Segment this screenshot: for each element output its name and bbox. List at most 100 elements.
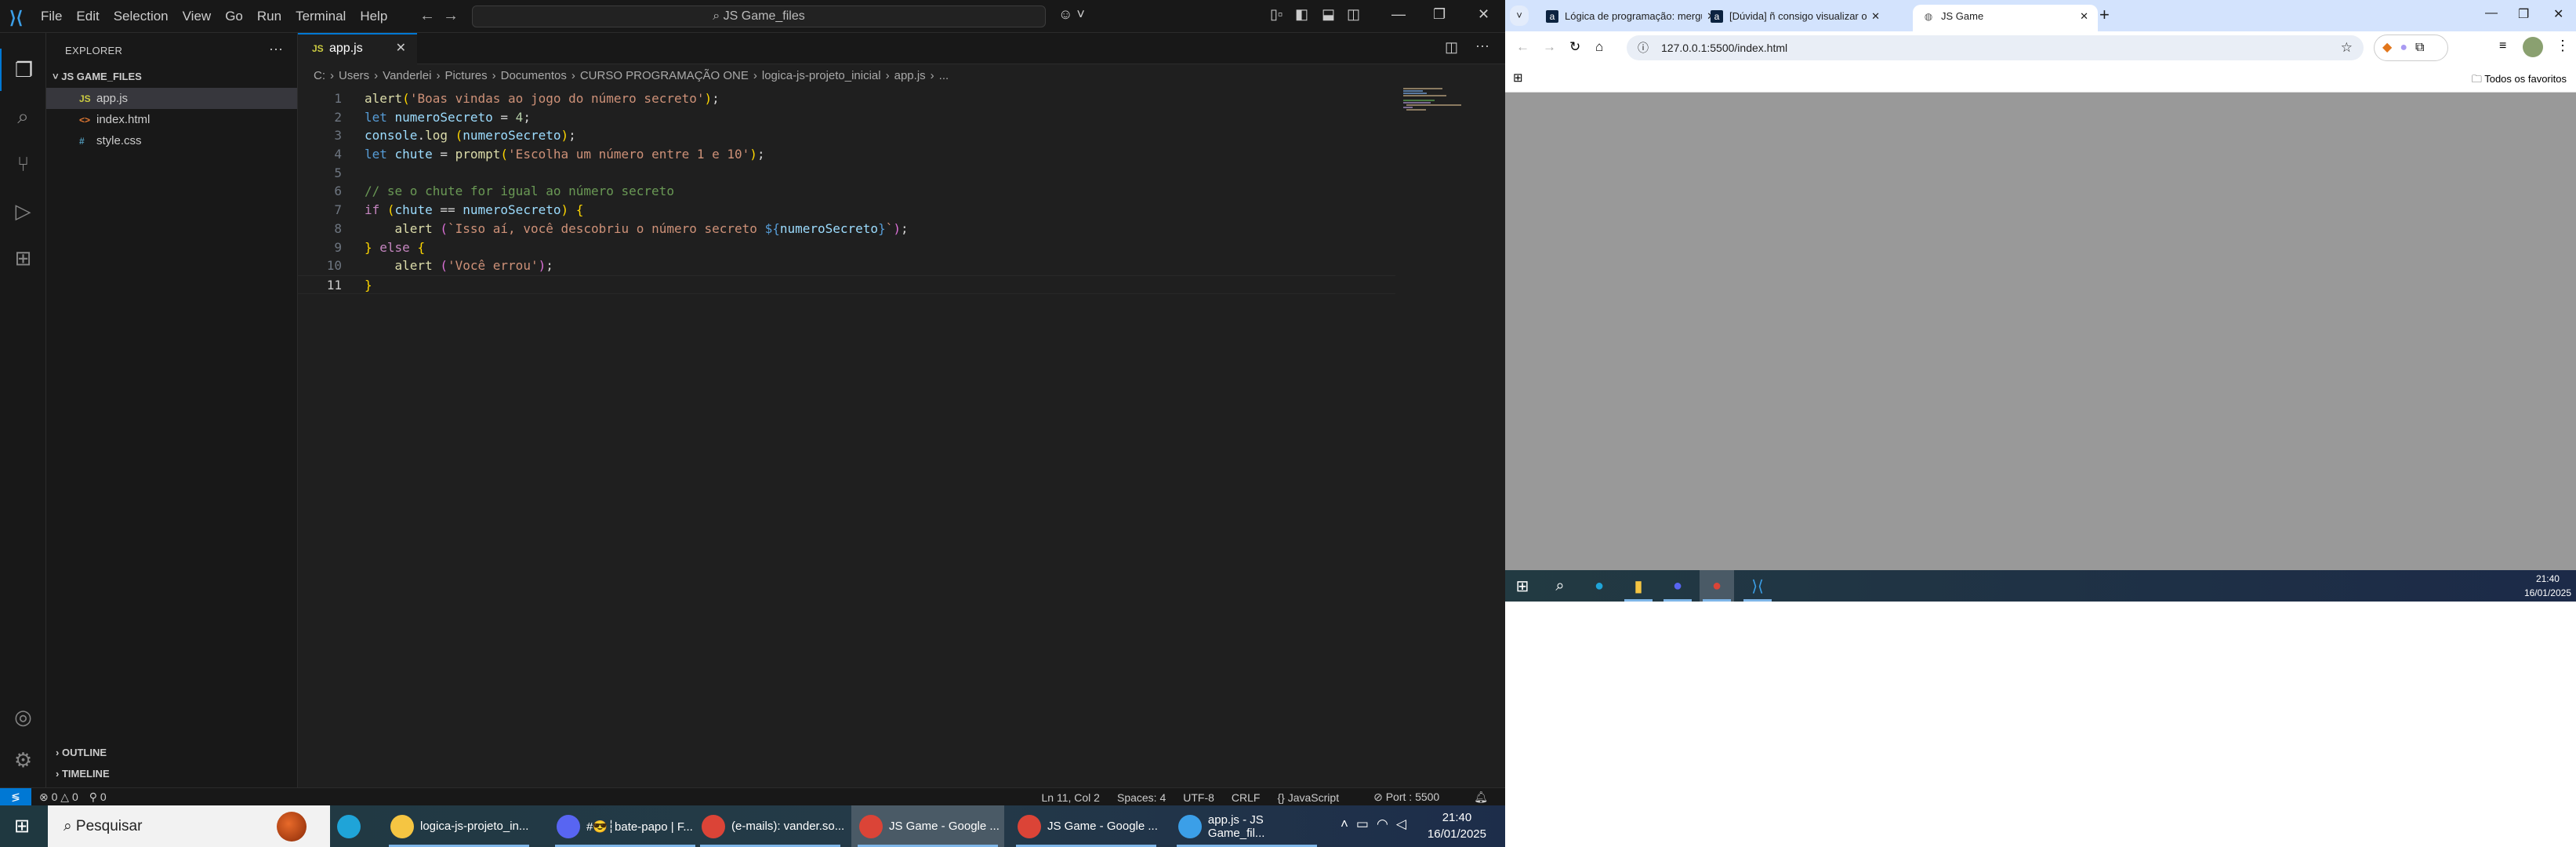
taskbar-app[interactable] [329, 805, 376, 847]
bookmark-star-icon[interactable]: ☆ [2341, 35, 2353, 60]
breadcrumb-item[interactable]: app.js [894, 69, 926, 82]
site-info-icon[interactable]: ⓘ [1638, 35, 1649, 60]
extension-icon[interactable]: ● [2400, 41, 2415, 54]
folder-icon[interactable]: ▮ [1621, 570, 1656, 602]
tab-app-js[interactable]: JS app.js ✕ [298, 33, 417, 64]
search-icon[interactable]: ⌕ [1543, 570, 1577, 602]
breadcrumb-item[interactable]: ... [939, 69, 949, 82]
notifications-bell-icon[interactable]: 🔔︎ [1474, 791, 1488, 804]
language-mode[interactable]: {} JavaScript [1277, 791, 1356, 804]
code-editor[interactable]: 1 alert('Boas vindas ao jogo do número se… [298, 89, 1395, 294]
menu-go[interactable]: Go [225, 9, 243, 24]
extensions-puzzle-icon[interactable]: ⧉ [2415, 41, 2432, 54]
breadcrumb-item[interactable]: C: [314, 69, 325, 82]
taskbar-app[interactable]: (e-mails): vander.so... [694, 805, 847, 847]
taskbar-app[interactable]: JS Game - Google ... [851, 805, 1004, 847]
taskbar-app[interactable]: logica-js-projeto_in... [383, 805, 535, 847]
problems-indicator[interactable]: ⊗ 0 △ 0 [39, 791, 78, 804]
search-icon[interactable]: ⌕ [0, 96, 46, 138]
ports-indicator[interactable]: ⚲ 0 [89, 791, 107, 804]
explorer-icon[interactable]: ❐ [0, 49, 46, 91]
forward-arrow-icon[interactable]: → [443, 7, 459, 25]
breadcrumb-item[interactable]: CURSO PROGRAMAÇÃO ONE [580, 69, 749, 82]
breadcrumb-item[interactable]: Documentos [501, 69, 567, 82]
run-debug-icon[interactable]: ▷ [0, 190, 46, 232]
metamask-icon[interactable]: ◆ [2382, 41, 2400, 54]
discord-icon[interactable]: ● [1660, 570, 1695, 602]
account-icon[interactable]: ◎ [0, 696, 46, 738]
forward-icon[interactable]: → [1543, 39, 1556, 55]
close-tab-icon[interactable]: ✕ [396, 35, 406, 63]
toggle-panel-icon[interactable]: ⬓ [1322, 6, 1335, 23]
all-bookmarks[interactable]: 🗀︎ Todos os favoritos [2472, 72, 2567, 89]
browser-tab[interactable]: aLógica de programação: mergu✕ [1537, 5, 1725, 31]
breadcrumb-item[interactable]: Users [339, 69, 369, 82]
breadcrumb-item[interactable]: Vanderlei [383, 69, 431, 82]
vscode-icon[interactable]: ⟩⟨ [1740, 570, 1775, 602]
menu-edit[interactable]: Edit [76, 9, 99, 24]
cursor-position[interactable]: Ln 11, Col 2 [1042, 791, 1100, 804]
toggle-sidebar-icon[interactable]: ◧ [1295, 6, 1308, 23]
address-bar[interactable]: ⓘ 127.0.0.1:5500/index.html ☆ [1627, 35, 2364, 60]
edge-icon[interactable]: ● [1582, 570, 1616, 602]
restore-icon[interactable]: ❐ [1433, 6, 1446, 23]
back-icon[interactable]: ← [1516, 39, 1529, 55]
customize-layout-icon[interactable]: ▯▫ [1270, 6, 1283, 23]
start-button[interactable]: ⊞ [6, 805, 30, 847]
apps-grid-icon[interactable]: ⊞ [1513, 71, 1523, 85]
start-icon[interactable]: ⊞ [1505, 570, 1540, 602]
home-icon[interactable]: ⌂ [1595, 39, 1603, 55]
breadcrumb-item[interactable]: Pictures [444, 69, 487, 82]
taskbar-clock[interactable]: 21:40 16/01/2025 [1428, 809, 1486, 842]
file-item[interactable]: JS app.js [46, 88, 297, 109]
editor-more-icon[interactable]: ··· [1475, 38, 1489, 54]
tab-search-chevron-icon[interactable]: ˅ [1510, 5, 1529, 26]
timeline-section[interactable]: › TIMELINE [56, 768, 110, 780]
close-tab-icon[interactable]: ✕ [1867, 5, 1880, 28]
toggle-secondary-sidebar-icon[interactable]: ◫ [1347, 6, 1360, 23]
command-center-search[interactable]: ⌕ JS Game_files [472, 5, 1046, 27]
extensions-group[interactable]: ◆●⧉ [2374, 35, 2448, 61]
minimize-icon[interactable]: — [1391, 6, 1406, 23]
file-item[interactable]: # style.css [46, 130, 297, 151]
menu-file[interactable]: File [41, 9, 62, 24]
encoding[interactable]: UTF-8 [1183, 791, 1214, 804]
menu-view[interactable]: View [183, 9, 212, 24]
outline-section[interactable]: › OUTLINE [56, 747, 107, 758]
source-control-icon[interactable]: ⑂ [0, 143, 46, 185]
breadcrumb-item[interactable]: logica-js-projeto_inicial [762, 69, 881, 82]
menu-selection[interactable]: Selection [114, 9, 169, 24]
menu-terminal[interactable]: Terminal [296, 9, 346, 24]
menu-help[interactable]: Help [360, 9, 387, 24]
back-arrow-icon[interactable]: ← [419, 7, 435, 25]
close-icon[interactable]: ✕ [1478, 6, 1489, 23]
copilot-icon[interactable]: ☺ ˅ [1058, 6, 1085, 23]
minimap[interactable] [1403, 88, 1474, 111]
browser-tab[interactable]: ◍ JS Game ✕ [1913, 5, 2098, 31]
browser-tab[interactable]: a [Dúvida] ñ consigo visualizar o ✕ [1701, 5, 1889, 31]
end-of-line[interactable]: CRLF [1232, 791, 1261, 804]
minimize-icon[interactable]: — [2485, 6, 2498, 20]
taskbar-search[interactable]: ⌕ Pesquisar [48, 805, 330, 847]
manage-gear-icon[interactable]: ⚙ [0, 739, 46, 781]
taskbar-app[interactable]: app.js - JS Game_fil... [1170, 805, 1323, 847]
more-actions-icon[interactable]: ··· [269, 41, 283, 57]
file-item[interactable]: <> index.html [46, 109, 297, 130]
workspace-folder[interactable]: ˅ JS GAME_FILES [53, 71, 142, 82]
taskbar-app[interactable]: JS Game - Google ... [1010, 805, 1163, 847]
split-editor-icon[interactable]: ◫ [1445, 39, 1458, 56]
menu-run[interactable]: Run [257, 9, 281, 24]
chrome-menu-icon[interactable]: ⋮ [2556, 38, 2570, 54]
close-tab-icon[interactable]: ✕ [2080, 5, 2088, 28]
live-server-port[interactable]: ⊘ Port : 5500 [1373, 791, 1457, 804]
taskbar-app[interactable]: #😎┆bate-papo | F... [549, 805, 702, 847]
extensions-icon[interactable]: ⊞ [0, 237, 46, 279]
new-tab-plus-icon[interactable]: + [2099, 5, 2110, 25]
close-icon[interactable]: ✕ [2553, 6, 2563, 22]
reload-icon[interactable]: ↻ [1569, 39, 1580, 55]
remote-indicator-icon[interactable]: ≶ [0, 787, 31, 806]
reading-list-icon[interactable]: ≡ [2499, 39, 2506, 53]
indentation[interactable]: Spaces: 4 [1117, 791, 1166, 804]
chrome-icon[interactable]: ● [1700, 570, 1734, 602]
restore-icon[interactable]: ❐ [2518, 6, 2529, 22]
